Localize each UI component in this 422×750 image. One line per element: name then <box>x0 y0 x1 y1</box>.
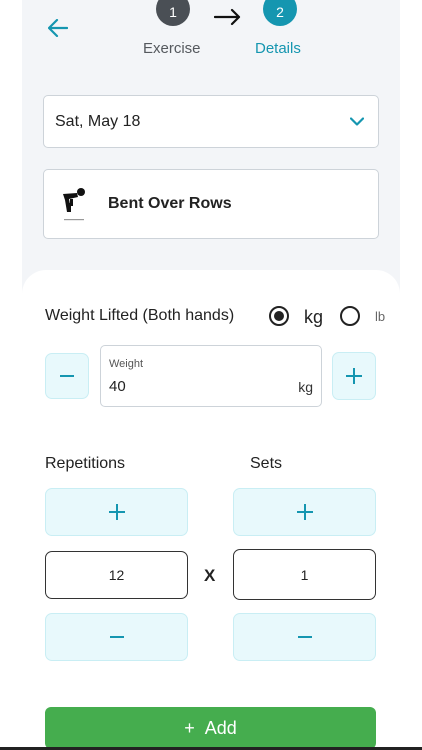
date-value: Sat, May 18 <box>55 112 141 130</box>
plus-icon <box>346 368 362 384</box>
weight-input[interactable]: Weight 40 kg <box>100 345 322 407</box>
plus-icon <box>296 504 313 520</box>
minus-icon <box>60 375 74 377</box>
add-plus-icon: + <box>184 717 195 738</box>
exercise-card[interactable]: Bent Over Rows <box>43 169 379 239</box>
exercise-figure-icon <box>63 188 85 221</box>
date-select[interactable]: Sat, May 18 <box>43 95 379 148</box>
minus-icon <box>297 636 312 638</box>
weight-field-label: Weight <box>109 358 144 370</box>
arrow-right-icon <box>214 8 241 26</box>
sets-input[interactable]: 1 <box>233 549 376 600</box>
weight-value: 40 <box>109 378 126 395</box>
back-arrow-icon <box>48 19 68 37</box>
plus-icon <box>108 504 125 520</box>
exercise-name: Bent Over Rows <box>108 195 232 212</box>
add-button-label: Add <box>204 717 237 738</box>
weight-field-unit: kg <box>298 379 313 395</box>
step-2-indicator[interactable]: 2 <box>263 0 297 26</box>
sets-increase-button[interactable] <box>233 488 376 536</box>
step-1-indicator[interactable]: 1 <box>156 0 190 26</box>
unit-kg-label[interactable]: kg <box>304 307 323 328</box>
back-button[interactable] <box>46 16 70 40</box>
unit-lb-radio[interactable] <box>340 306 360 326</box>
reps-decrease-button[interactable] <box>45 613 188 661</box>
reps-value: 12 <box>108 567 125 583</box>
app-screen: 1 2 Exercise Details Sat, May 18 Bent Ov… <box>22 0 400 750</box>
unit-kg-radio[interactable] <box>269 306 289 326</box>
reps-increase-button[interactable] <box>45 488 188 536</box>
multiply-symbol: X <box>204 566 216 585</box>
step-2-label[interactable]: Details <box>255 40 301 57</box>
add-button[interactable]: + Add <box>45 707 376 749</box>
details-sheet: Weight Lifted (Both hands) kg lb Weight … <box>22 270 400 750</box>
sets-label: Sets <box>250 455 283 472</box>
repetitions-label: Repetitions <box>45 455 126 472</box>
step-1-number: 1 <box>169 4 177 20</box>
weight-section-label: Weight Lifted (Both hands) <box>45 307 235 324</box>
weight-increase-button[interactable] <box>332 352 376 400</box>
reps-input[interactable]: 12 <box>45 551 188 599</box>
minus-icon <box>109 636 124 638</box>
sets-decrease-button[interactable] <box>233 613 376 661</box>
step-2-number: 2 <box>276 4 284 20</box>
chevron-down-icon <box>350 117 364 126</box>
unit-lb-label[interactable]: lb <box>375 309 385 324</box>
step-1-label[interactable]: Exercise <box>143 40 201 57</box>
weight-decrease-button[interactable] <box>45 353 89 399</box>
sets-value: 1 <box>300 566 309 583</box>
